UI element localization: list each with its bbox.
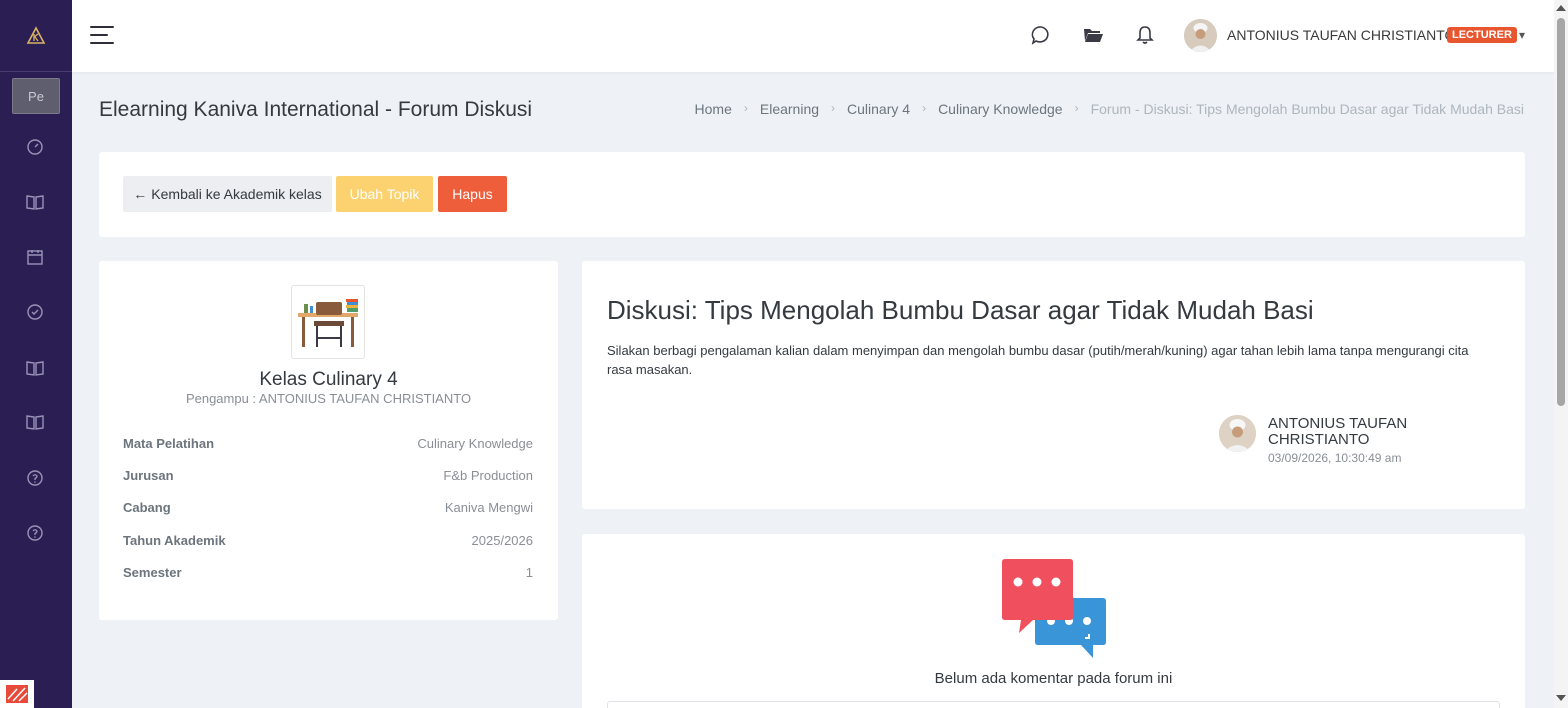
scrollbar[interactable]: [1554, 0, 1568, 708]
breadcrumb-home[interactable]: Home: [695, 101, 732, 117]
discussion-title: Diskusi: Tips Mengolah Bumbu Dasar agar …: [607, 295, 1314, 325]
breadcrumb-subject[interactable]: Culinary Knowledge: [938, 101, 1063, 117]
info-label: Semester: [123, 565, 182, 580]
kaniva-logo-icon: [26, 25, 46, 44]
class-teacher: Pengampu : ANTONIUS TAUFAN CHRISTIANTO: [185, 391, 472, 406]
info-value: 2025/2026: [471, 533, 533, 548]
dashboard-icon[interactable]: [24, 136, 46, 158]
breadcrumb-elearning[interactable]: Elearning: [760, 101, 819, 117]
help-icon[interactable]: [24, 467, 46, 489]
chat-bubbles-icon: [1001, 558, 1107, 660]
delete-button[interactable]: Hapus: [438, 176, 507, 212]
comment-input[interactable]: [607, 701, 1500, 708]
scroll-down-icon[interactable]: [1556, 695, 1566, 701]
book-icon[interactable]: [24, 357, 46, 379]
info-row: Mata Pelatihan Culinary Knowledge: [123, 436, 533, 451]
breadcrumb-current: Forum - Diskusi: Tips Mengolah Bumbu Das…: [1090, 101, 1524, 117]
class-name: Kelas Culinary 4: [259, 369, 398, 390]
book-icon[interactable]: [24, 411, 46, 433]
app-badge[interactable]: [0, 680, 34, 708]
post-date: 03/09/2026, 10:30:49 am: [1268, 451, 1402, 465]
scroll-up-icon[interactable]: [1556, 5, 1566, 11]
arrow-left-icon: ←: [133, 186, 148, 202]
book-icon[interactable]: [24, 191, 46, 213]
info-label: Tahun Akademik: [123, 533, 226, 548]
role-badge: LECTURER: [1447, 27, 1517, 43]
info-row: Jurusan F&b Production: [123, 468, 533, 483]
chevron-right-icon: ›: [1074, 101, 1079, 115]
chevron-right-icon: ›: [743, 101, 748, 115]
check-circle-icon[interactable]: [24, 301, 46, 323]
folder-icon[interactable]: [1082, 24, 1104, 46]
user-avatar[interactable]: [1184, 19, 1217, 52]
info-label: Jurusan: [123, 468, 174, 483]
back-button[interactable]: ← Kembali ke Akademik kelas: [123, 176, 332, 212]
user-name[interactable]: ANTONIUS TAUFAN CHRISTIANTO: [1227, 27, 1455, 43]
desk-illustration: [291, 285, 365, 359]
chat-icon[interactable]: [1030, 24, 1052, 46]
calendar-icon[interactable]: [24, 246, 46, 268]
help-icon[interactable]: [24, 522, 46, 544]
back-button-label: Kembali ke Akademik kelas: [151, 186, 322, 202]
sidebar: Pe: [0, 0, 72, 708]
info-value: Kaniva Mengwi: [444, 500, 533, 515]
breadcrumb: Home › Elearning › Culinary 4 › Culinary…: [695, 101, 1524, 117]
chevron-right-icon: ›: [922, 101, 927, 115]
info-label: Cabang: [123, 500, 171, 515]
info-row: Cabang Kaniva Mengwi: [123, 500, 533, 515]
empty-comments-text: Belum ada komentar pada forum ini: [934, 670, 1173, 687]
profile-short-button[interactable]: Pe: [12, 78, 60, 114]
author-avatar: [1219, 415, 1256, 452]
edit-topic-button[interactable]: Ubah Topik: [336, 176, 433, 212]
breadcrumb-class[interactable]: Culinary 4: [847, 101, 910, 117]
topbar: ANTONIUS TAUFAN CHRISTIANTO LECTURER ▾: [72, 0, 1554, 72]
info-value: Culinary Knowledge: [417, 436, 533, 451]
author-name: ANTONIUS TAUFAN CHRISTIANTO: [1268, 415, 1408, 448]
hamburger-icon[interactable]: [90, 26, 114, 46]
bell-icon[interactable]: [1134, 24, 1156, 46]
info-row: Semester 1: [123, 565, 533, 580]
info-label: Mata Pelatihan: [123, 436, 215, 451]
page-title: Elearning Kaniva International - Forum D…: [99, 98, 533, 121]
scroll-thumb[interactable]: [1557, 18, 1565, 406]
info-value: 1: [525, 565, 533, 580]
logo[interactable]: [0, 0, 72, 72]
info-row: Tahun Akademik 2025/2026: [123, 533, 533, 548]
info-value: F&b Production: [443, 468, 533, 483]
discussion-body: Silakan berbagi pengalaman kalian dalam …: [607, 343, 1469, 377]
app-badge-icon: [6, 685, 28, 703]
chevron-down-icon[interactable]: ▾: [1519, 28, 1525, 42]
chevron-right-icon: ›: [831, 101, 836, 115]
